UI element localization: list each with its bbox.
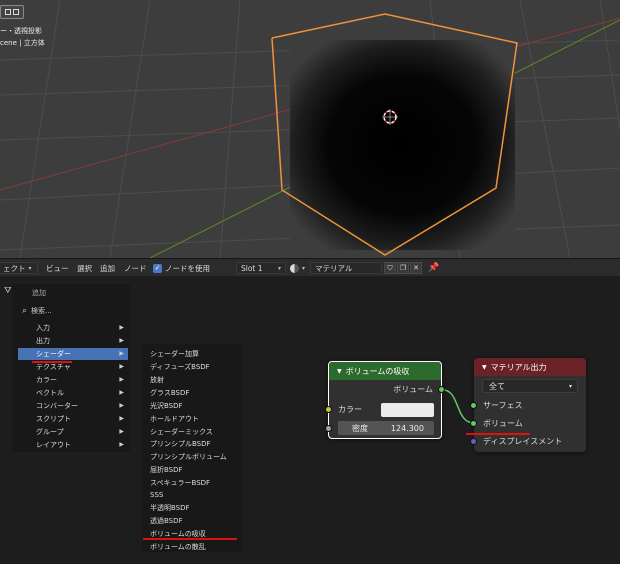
input-displacement-socket[interactable] bbox=[470, 438, 477, 445]
node-title: ボリュームの吸収 bbox=[345, 366, 410, 376]
input-color-socket[interactable] bbox=[325, 406, 332, 413]
node-header[interactable]: ▼ マテリアル出力 bbox=[474, 358, 586, 376]
collapse-chevron-icon[interactable]: ▼ bbox=[482, 364, 487, 371]
input-surface-label: サーフェス bbox=[483, 401, 523, 410]
input-volume-socket[interactable] bbox=[470, 420, 477, 427]
target-value: 全て bbox=[489, 381, 505, 391]
input-volume-label: ボリューム bbox=[483, 419, 523, 428]
chevron-down-icon: ▾ bbox=[568, 382, 572, 390]
output-volume-label: ボリューム bbox=[393, 385, 433, 394]
material-output-node[interactable]: ▼ マテリアル出力 全て ▾ サーフェス ボリューム ディスプレイスメント bbox=[470, 358, 586, 452]
volume-absorption-node[interactable]: ▼ ボリュームの吸収 ボリューム カラー 密度 124.300 bbox=[325, 361, 445, 439]
annotation-underline-volume bbox=[466, 433, 530, 435]
collapse-chevron-icon[interactable]: ▼ bbox=[337, 368, 342, 375]
input-color-label: カラー bbox=[338, 405, 362, 414]
input-displacement-label: ディスプレイスメント bbox=[483, 437, 563, 446]
node-links bbox=[442, 389, 475, 424]
density-field[interactable]: 密度 124.300 bbox=[338, 421, 434, 435]
density-label: 密度 bbox=[352, 423, 368, 433]
output-volume-socket[interactable] bbox=[438, 386, 445, 393]
color-swatch[interactable] bbox=[381, 403, 434, 417]
input-density-socket[interactable] bbox=[325, 425, 332, 432]
density-value: 124.300 bbox=[390, 423, 424, 433]
node-header[interactable]: ▼ ボリュームの吸収 bbox=[329, 362, 441, 380]
node-title: マテリアル出力 bbox=[490, 362, 547, 372]
input-surface-socket[interactable] bbox=[470, 402, 477, 409]
target-dropdown[interactable]: 全て ▾ bbox=[482, 379, 578, 393]
